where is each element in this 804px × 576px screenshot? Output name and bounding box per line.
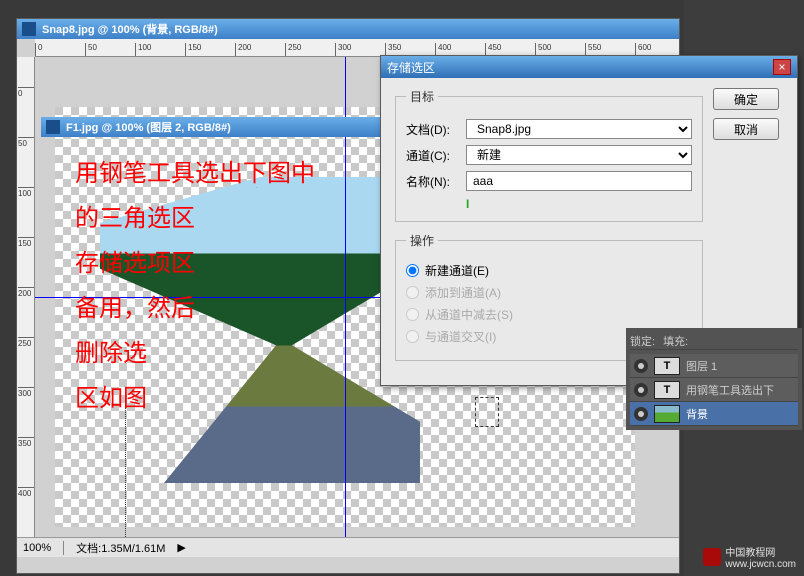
annotation-text: 用钢笔工具选出下图中的三角选区存储选项区备用，然后删除选区如图 <box>75 152 315 422</box>
close-icon[interactable]: × <box>773 59 791 75</box>
destination-legend: 目标 <box>406 88 438 105</box>
cancel-button[interactable]: 取消 <box>713 118 779 140</box>
name-input[interactable] <box>466 171 692 191</box>
fill-label: 填充: <box>663 333 688 349</box>
visibility-eye-icon[interactable] <box>634 407 648 421</box>
operation-legend: 操作 <box>406 232 438 249</box>
channel-label: 通道(C): <box>406 147 466 164</box>
marquee-selection[interactable] <box>475 397 499 427</box>
doc-size-readout: 文档:1.35M/1.61M <box>76 540 165 556</box>
layer-thumb: T <box>654 381 680 399</box>
window-titlebar[interactable]: Snap8.jpg @ 100% (背景, RGB/8#) <box>17 19 679 39</box>
visibility-eye-icon[interactable] <box>634 359 648 373</box>
destination-group: 目标 文档(D): Snap8.jpg 通道(C): 新建 名称(N): I <box>395 88 703 222</box>
layer-row[interactable]: 背景 <box>630 402 798 426</box>
document-label: 文档(D): <box>406 121 466 138</box>
visibility-eye-icon[interactable] <box>634 383 648 397</box>
lock-label: 锁定: <box>630 333 655 349</box>
name-label: 名称(N): <box>406 173 466 190</box>
op-int-label: 与通道交叉(I) <box>425 328 496 345</box>
watermark: 中国教程网 www.jcwcn.com <box>703 544 796 570</box>
zoom-readout[interactable]: 100% <box>23 542 51 554</box>
layers-palette[interactable]: 锁定: 填充: T 图层 1 T 用钢笔工具选出下背景 <box>626 328 802 430</box>
layer-row[interactable]: T 图层 1 <box>630 354 798 378</box>
op-int-radio <box>406 330 419 343</box>
subdoc-title: F1.jpg @ 100% (图层 2, RGB/8#) <box>66 119 231 135</box>
app-icon <box>46 120 60 134</box>
window-title: Snap8.jpg @ 100% (背景, RGB/8#) <box>42 21 218 37</box>
watermark-logo-icon <box>703 548 721 566</box>
layer-label: 背景 <box>686 406 708 422</box>
op-add-radio <box>406 286 419 299</box>
layer-thumb: T <box>654 357 680 375</box>
text-cursor-icon: I <box>466 197 474 211</box>
sub-document-window: F1.jpg @ 100% (图层 2, RGB/8#) <box>41 117 391 137</box>
op-new-radio[interactable] <box>406 264 419 277</box>
channel-select[interactable]: 新建 <box>466 145 692 165</box>
status-bar: 100% 文档:1.35M/1.61M ▶ <box>17 537 679 557</box>
op-sub-label: 从通道中减去(S) <box>425 306 513 323</box>
op-new-label: 新建通道(E) <box>425 262 489 279</box>
dialog-titlebar[interactable]: 存储选区 × <box>381 56 797 78</box>
palette-toolbar: 锁定: 填充: <box>630 332 798 350</box>
op-sub-radio <box>406 308 419 321</box>
dialog-title: 存储选区 <box>387 59 435 76</box>
ok-button[interactable]: 确定 <box>713 88 779 110</box>
vertical-ruler: 050100150200250300350400 <box>17 57 35 557</box>
layer-label: 图层 1 <box>686 358 717 374</box>
app-icon <box>22 22 36 36</box>
watermark-brand: 中国教程网 <box>725 548 775 559</box>
layer-label: 用钢笔工具选出下 <box>686 382 774 398</box>
subdoc-titlebar[interactable]: F1.jpg @ 100% (图层 2, RGB/8#) <box>41 117 391 137</box>
watermark-url: www.jcwcn.com <box>725 559 796 570</box>
layer-row[interactable]: T 用钢笔工具选出下 <box>630 378 798 402</box>
document-select[interactable]: Snap8.jpg <box>466 119 692 139</box>
layer-thumb <box>654 405 680 423</box>
op-add-label: 添加到通道(A) <box>425 284 501 301</box>
